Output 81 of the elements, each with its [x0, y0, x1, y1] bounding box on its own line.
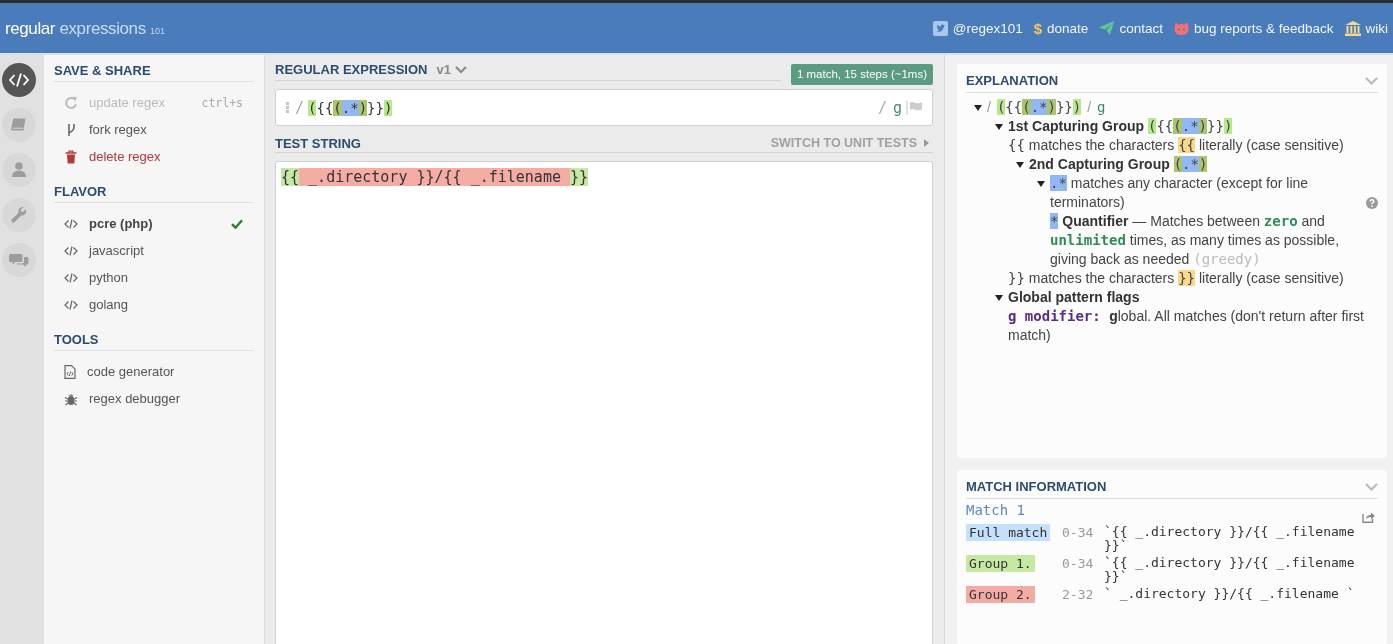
code-file-icon — [64, 364, 76, 379]
flag-icon[interactable] — [906, 100, 922, 115]
panel-title: EXPLANATION — [966, 73, 1059, 89]
chevron-down-icon — [454, 65, 467, 74]
caret-down-icon[interactable] — [995, 295, 1003, 301]
match-range: 2-32 — [1062, 586, 1095, 603]
explanation-text: 1st Capturing Group ({{(.*)}}) — [1008, 117, 1233, 136]
dollar-icon: $ — [1033, 20, 1043, 36]
refresh-icon — [64, 95, 78, 110]
code-icon — [64, 218, 78, 229]
cat-face-icon — [1173, 21, 1189, 35]
explanation-text: * Quantifier — Matches between zero and unlimited times, as many times as possible, giving back as needed (greedy) — [1050, 212, 1341, 269]
share-icon[interactable] — [1362, 511, 1375, 523]
panel-title: MATCH INFORMATION — [966, 479, 1107, 495]
caret-down-icon[interactable] — [995, 124, 1003, 130]
explanation-text: g modifier: global. All matches (don't return after first match) — [1008, 307, 1365, 345]
caret-down-icon[interactable] — [1016, 162, 1024, 168]
match-range: 0-34 — [1062, 524, 1095, 541]
code-icon — [64, 245, 78, 256]
user-icon[interactable] — [2, 153, 36, 187]
section-title: TEST STRING — [275, 135, 361, 151]
flavor-option[interactable]: pcre (php) — [54, 210, 253, 237]
regex-flags[interactable]: g — [892, 98, 902, 117]
columns-building-icon — [1344, 20, 1361, 36]
header-link[interactable]: @regex101 — [932, 20, 1023, 36]
match-value: `{{ _.directory }}/{{ _.filename }}` — [1104, 555, 1356, 584]
test-string-text: {{ _.directory }}/{{ _.filename }} — [281, 168, 589, 186]
match-title: Match 1 — [966, 503, 1025, 517]
match-group-label: Full match — [966, 524, 1051, 541]
flavor-option[interactable]: python — [54, 264, 253, 291]
explanation-text: }} matches the characters }} literally (case sensitive) — [1008, 269, 1344, 288]
menu-item[interactable]: code generator — [54, 358, 253, 385]
regex-pattern: ({{(.*)}}) — [308, 98, 393, 117]
version-dropdown[interactable]: v1 — [436, 62, 467, 77]
chat-bubbles-icon[interactable] — [2, 243, 36, 277]
match-group-label: Group 1. — [966, 555, 1035, 572]
match-range: 0-34 — [1062, 555, 1095, 572]
code-icon — [64, 299, 78, 310]
drag-handle-icon[interactable] — [286, 102, 289, 113]
match-group-label: Group 2. — [966, 586, 1035, 603]
test-string-input[interactable]: {{ _.directory }}/{{ _.filename }} — [275, 161, 933, 644]
caret-down-icon[interactable] — [974, 105, 982, 111]
regex-input[interactable]: / ({{(.*)}}) / g — [275, 89, 933, 126]
menu-item[interactable]: delete regex — [54, 143, 253, 170]
explanation-text: 2nd Capturing Group (.*) — [1029, 155, 1208, 174]
match-value: ` _.directory }}/{{ _.filename ` — [1104, 586, 1356, 601]
section-title: SAVE & SHARE — [54, 63, 253, 82]
section-title: TOOLS — [54, 332, 253, 351]
section-title: REGULAR EXPRESSION — [275, 62, 428, 77]
app-logo[interactable]: regular expressions 101 — [5, 19, 166, 39]
chevron-down-icon[interactable] — [1365, 77, 1378, 85]
paper-plane-icon — [1099, 21, 1115, 35]
match-status-badge: 1 match, 15 steps (~1ms) — [790, 64, 933, 85]
code-icon[interactable] — [2, 63, 36, 97]
menu-item[interactable]: regex debugger — [54, 385, 253, 412]
caret-down-icon[interactable] — [1037, 181, 1045, 187]
trash-icon — [64, 149, 78, 164]
explanation-text: {{ matches the characters {{ literally (case sensitive) — [1008, 136, 1344, 155]
regex-delimiter: / — [877, 98, 887, 117]
book-icon[interactable] — [2, 108, 36, 142]
help-icon[interactable] — [1366, 197, 1378, 209]
checkmark-icon — [231, 218, 243, 229]
bird-square-icon — [932, 20, 948, 36]
header-link[interactable]: $ donate — [1033, 20, 1089, 36]
keyboard-shortcut: ctrl+s — [201, 95, 243, 110]
header-link[interactable]: bug reports & feedback — [1173, 20, 1334, 36]
code-icon — [64, 272, 78, 283]
explanation-text: / ({{(.*)}}) / g — [987, 98, 1106, 117]
header-link[interactable]: wiki — [1344, 20, 1388, 36]
explanation-text: Global pattern flags — [1008, 288, 1140, 307]
explanation-text: .* matches any character (except for line terminators) — [1050, 174, 1310, 212]
match-value: `{{ _.directory }}/{{ _.filename }}` — [1104, 524, 1356, 553]
regex-delimiter: / — [295, 98, 305, 117]
chevron-down-icon[interactable] — [1365, 483, 1378, 491]
wrench-icon[interactable] — [2, 198, 36, 232]
menu-item[interactable]: fork regex — [54, 116, 253, 143]
flavor-option[interactable]: golang — [54, 291, 253, 318]
header-link[interactable]: contact — [1099, 20, 1163, 36]
section-title: FLAVOR — [54, 184, 253, 203]
caret-right-icon — [924, 139, 929, 147]
flavor-option[interactable]: javascript — [54, 237, 253, 264]
